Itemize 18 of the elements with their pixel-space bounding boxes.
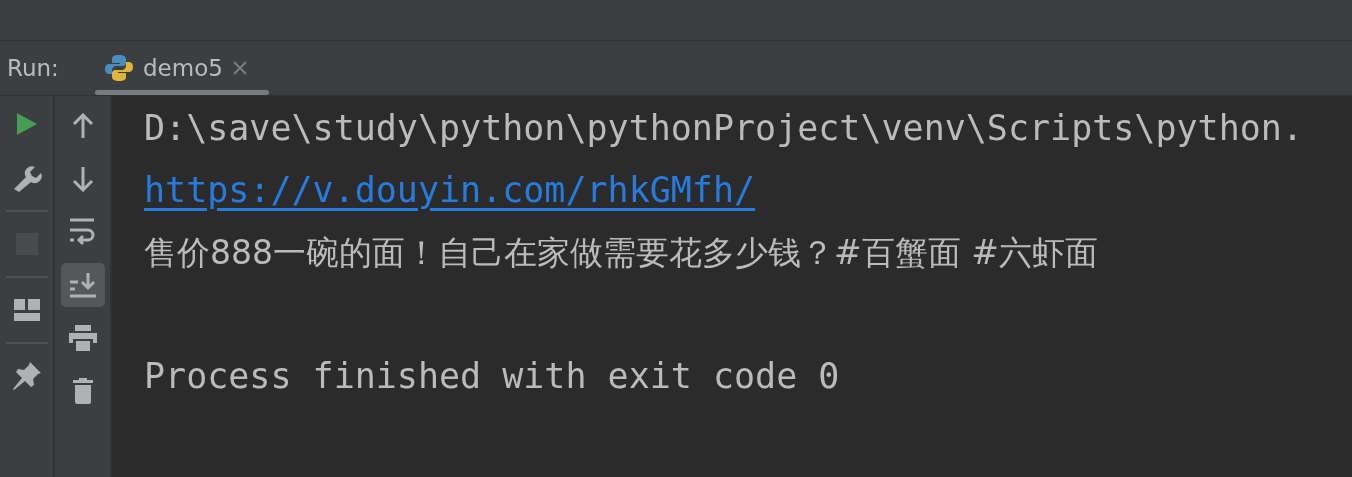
wrap-icon [69, 218, 96, 246]
layout-icon [13, 299, 40, 321]
up-arrow-icon [71, 113, 94, 139]
run-tab[interactable]: demo5 [95, 41, 269, 95]
console-output-line: D:\save\study\python\pythonProject\venv\Scripts\python. [144, 108, 1303, 148]
trash-icon [72, 378, 93, 404]
down-arrow-icon [71, 166, 94, 192]
pin-icon [11, 361, 42, 391]
run-panel-label: Run: [7, 55, 60, 81]
close-icon[interactable] [232, 61, 247, 75]
printer-icon [68, 325, 97, 351]
scroll-to-end-icon [69, 272, 96, 298]
console-output-line: Process finished with exit code 0 [144, 356, 840, 396]
scroll-end-button[interactable] [60, 263, 105, 307]
console-output-line: 售价888一碗的面！自己在家做需要花多少钱？#百蟹面 #六虾面 [144, 232, 1098, 272]
python-logo-icon [105, 54, 133, 82]
run-icon [15, 112, 38, 136]
console-link[interactable]: https://v.douyin.com/rhkGMfh/ [144, 170, 756, 210]
